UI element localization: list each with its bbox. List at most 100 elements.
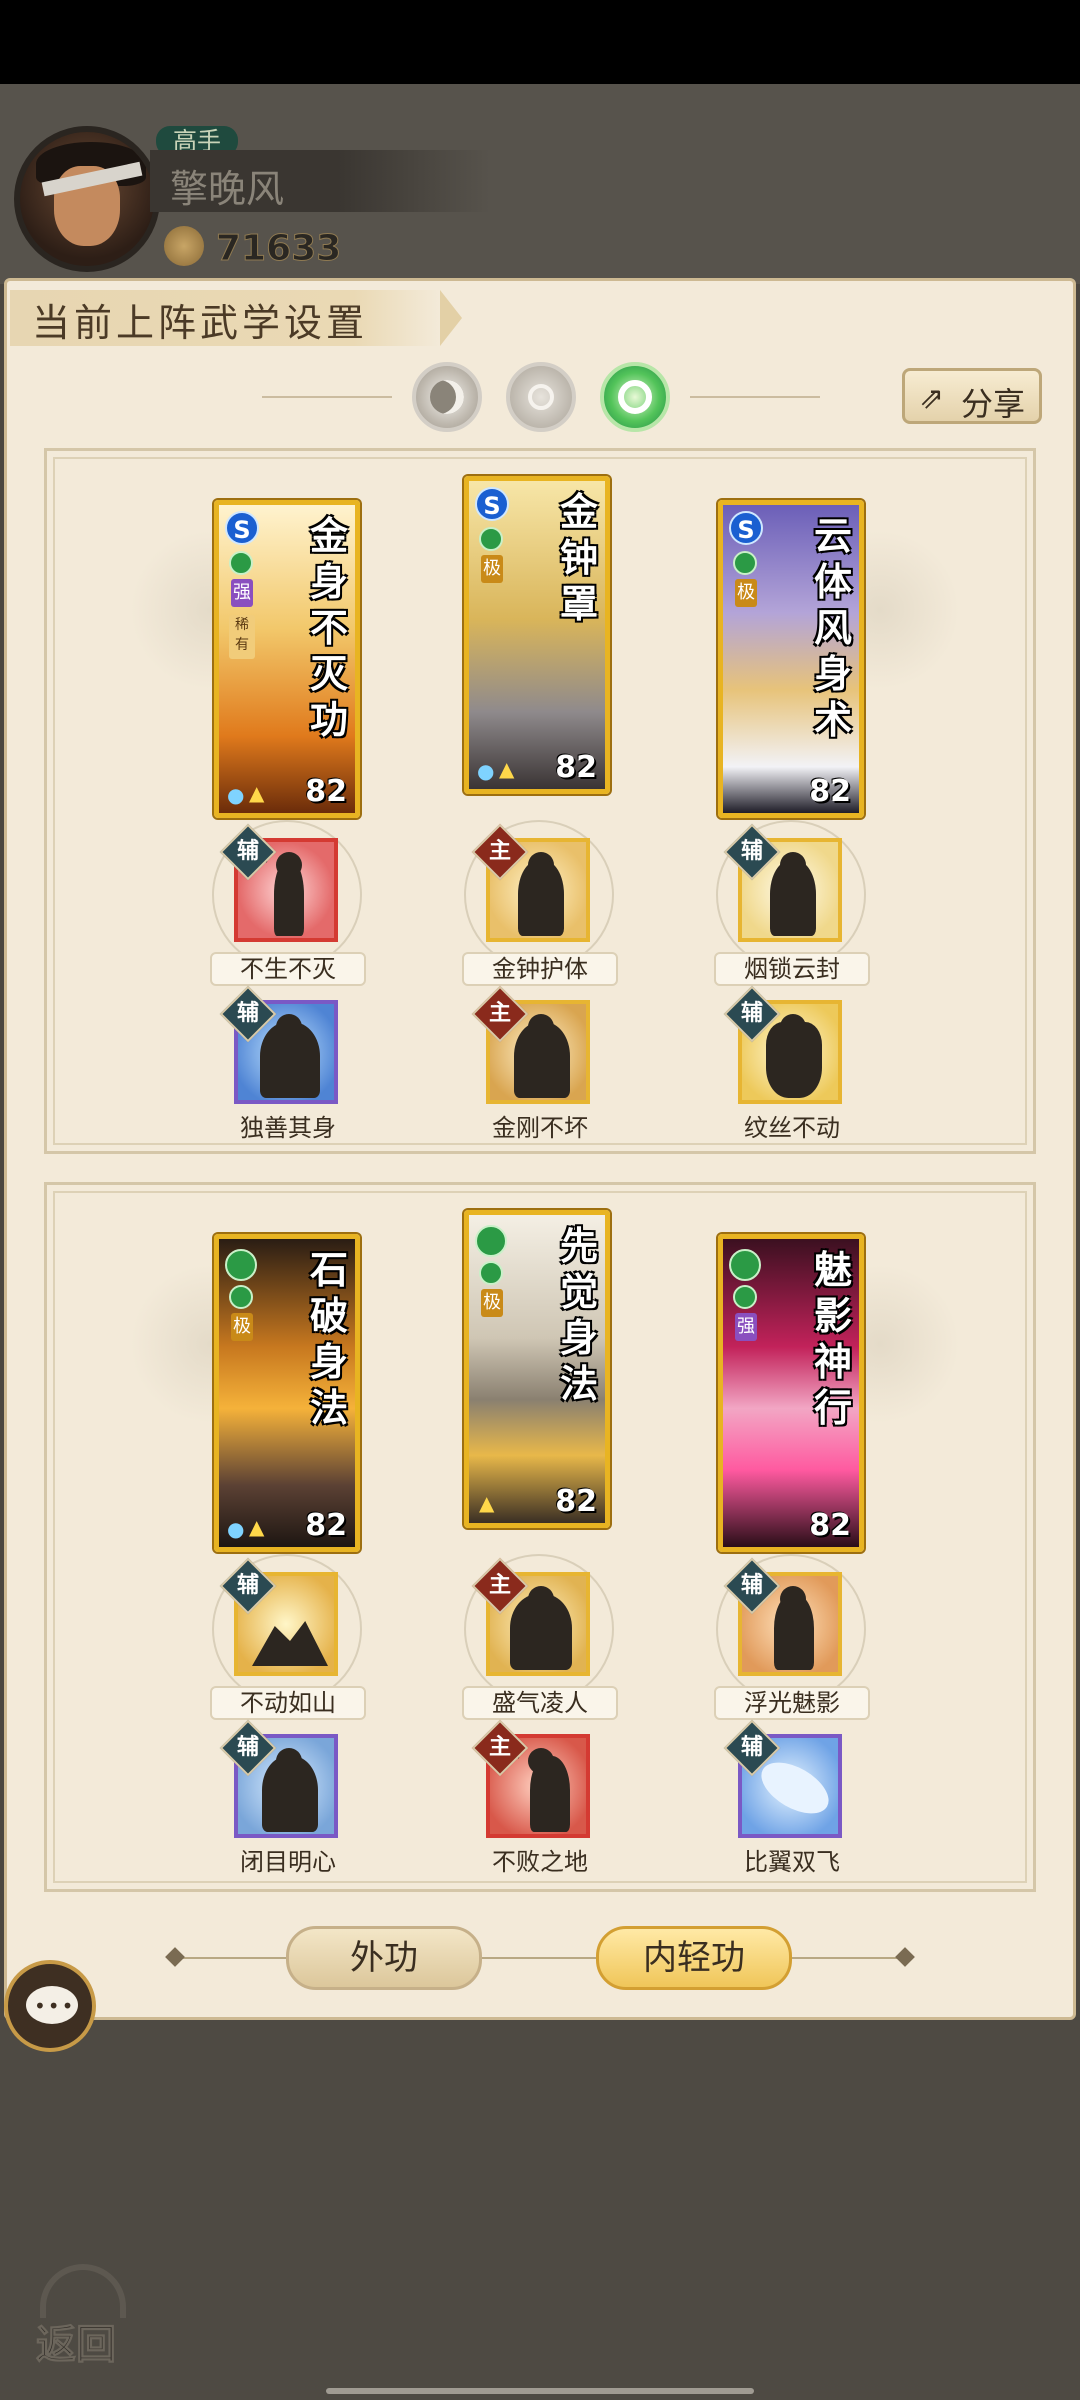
skill-bimu[interactable]: 辅 — [219, 1719, 338, 1838]
mark-badge: 极 — [231, 1313, 253, 1341]
card-level: 82 — [305, 1508, 347, 1543]
green-element-icon — [479, 1261, 503, 1285]
skill-card-yunti[interactable]: S 极 云体风身术 82 — [718, 500, 864, 818]
skill-figure — [510, 1594, 572, 1670]
card-title: 石破身法 — [309, 1247, 348, 1430]
skill-figure — [518, 860, 564, 936]
water-drop-icon: ● — [227, 1517, 245, 1541]
green-rank-icon — [475, 1225, 507, 1257]
card-title: 金身不灭功 — [309, 513, 348, 742]
card-level: 82 — [809, 1508, 851, 1543]
skill-label: 浮光魅影 — [714, 1686, 870, 1720]
player-name: 擎晚风 — [170, 167, 285, 211]
tab-wai-gong[interactable]: 外功 — [286, 1926, 482, 1990]
chat-dots: ••• — [34, 1994, 76, 2018]
skill-figure — [514, 1022, 570, 1098]
skill-wensi[interactable]: 辅 — [723, 985, 842, 1104]
skill-figure — [260, 1022, 320, 1098]
skill-label: 烟锁云封 — [714, 952, 870, 986]
share-label: 分享 — [961, 385, 1026, 423]
green-rank-icon — [225, 1249, 257, 1281]
skill-card-meiying[interactable]: 强 魅影神行 82 — [718, 1234, 864, 1552]
green-element-icon — [229, 551, 253, 575]
skill-figure — [774, 1594, 814, 1670]
skill-card-jinshen[interactable]: S 强 稀有 金身不灭功 ● ▲ 82 — [214, 500, 360, 818]
flame-icon: ▲ — [499, 757, 515, 781]
mark-badge: 强 — [231, 579, 253, 607]
skill-busheng[interactable]: 辅 稀有 — [219, 823, 338, 942]
flame-icon: ▲ — [249, 781, 265, 805]
player-avatar[interactable] — [14, 126, 160, 272]
card-title: 魅影神行 — [813, 1247, 852, 1430]
skill-fuguang[interactable]: 辅 — [723, 1557, 842, 1676]
moon-icon — [430, 380, 464, 414]
skill-label: 比翼双飞 — [744, 1848, 840, 1876]
panel-title: 当前上阵武学设置 — [32, 301, 369, 345]
green-element-icon — [733, 551, 757, 575]
back-button[interactable]: 返回 — [30, 2264, 140, 2369]
jade-tab[interactable] — [600, 362, 670, 432]
card-title: 云体风身术 — [813, 513, 852, 742]
mark-badge: 极 — [481, 1289, 503, 1317]
tab-divider-left — [262, 396, 392, 398]
footer-background — [0, 2020, 1080, 2400]
skill-figure — [770, 860, 816, 936]
water-drop-icon: ● — [227, 783, 245, 807]
share-icon: ⇗ — [919, 381, 945, 416]
skill-label: 不动如山 — [210, 1686, 366, 1720]
share-button[interactable]: ⇗ 分享 — [902, 368, 1042, 424]
skill-bubai[interactable]: 主 稀有 — [471, 1719, 590, 1838]
skill-figure — [530, 1756, 570, 1832]
rare-badge: 稀有 — [229, 615, 255, 659]
skill-yansuo[interactable]: 辅 — [723, 823, 842, 942]
mark-badge: 强 — [735, 1313, 757, 1341]
green-rank-icon — [729, 1249, 761, 1281]
card-title: 金钟罩 — [559, 489, 598, 626]
sun-tab[interactable] — [506, 362, 576, 432]
skill-card-jinzhong[interactable]: S 极 金钟罩 ● ▲ 82 — [464, 476, 610, 794]
card-level: 82 — [555, 750, 597, 785]
power-icon — [164, 226, 204, 266]
card-level: 82 — [809, 774, 851, 809]
mark-badge: 极 — [481, 555, 503, 583]
skill-jingang[interactable]: 主 — [471, 985, 590, 1104]
skill-jinzhonghuti[interactable]: 主 — [471, 823, 590, 942]
skill-shengqi[interactable]: 主 — [471, 1557, 590, 1676]
skill-label: 不生不灭 — [210, 952, 366, 986]
skill-dushan[interactable]: 辅 — [219, 985, 338, 1104]
flame-icon: ▲ — [479, 1491, 495, 1515]
green-element-icon — [733, 1285, 757, 1309]
skill-figure — [766, 1022, 822, 1098]
water-drop-icon: ● — [477, 759, 495, 783]
skill-label: 独善其身 — [240, 1114, 336, 1142]
skill-budong[interactable]: 辅 — [219, 1557, 338, 1676]
skill-figure — [274, 860, 304, 936]
skill-card-shipo[interactable]: 极 石破身法 ● ▲ 82 — [214, 1234, 360, 1552]
moon-tab[interactable] — [412, 362, 482, 432]
card-level: 82 — [305, 774, 347, 809]
s-rank-icon: S — [225, 511, 259, 545]
sun-icon — [528, 384, 554, 410]
jade-ring-icon — [618, 380, 652, 414]
skill-biyi[interactable]: 辅 — [723, 1719, 842, 1838]
skill-card-xianjue[interactable]: 极 先觉身法 ▲ 82 — [464, 1210, 610, 1528]
card-level: 82 — [555, 1484, 597, 1519]
mark-badge: 极 — [735, 579, 757, 607]
skill-figure — [262, 1756, 318, 1832]
card-title: 先觉身法 — [559, 1223, 598, 1406]
skill-label: 闭目明心 — [240, 1848, 336, 1876]
chat-button[interactable]: ••• — [4, 1960, 96, 2052]
green-element-icon — [479, 527, 503, 551]
back-label: 返回 — [36, 2321, 117, 2369]
home-indicator[interactable] — [326, 2388, 754, 2394]
skill-label: 盛气凌人 — [462, 1686, 618, 1720]
green-element-icon — [229, 1285, 253, 1309]
skill-label: 纹丝不动 — [744, 1114, 840, 1142]
skill-label: 金钟护体 — [462, 952, 618, 986]
status-bar — [0, 0, 1080, 84]
tab-nei-qing-gong[interactable]: 内轻功 — [596, 1926, 792, 1990]
skill-label: 金刚不坏 — [492, 1114, 588, 1142]
player-power: 71633 — [215, 228, 342, 270]
tab-divider-right — [690, 396, 820, 398]
s-rank-icon: S — [729, 511, 763, 545]
